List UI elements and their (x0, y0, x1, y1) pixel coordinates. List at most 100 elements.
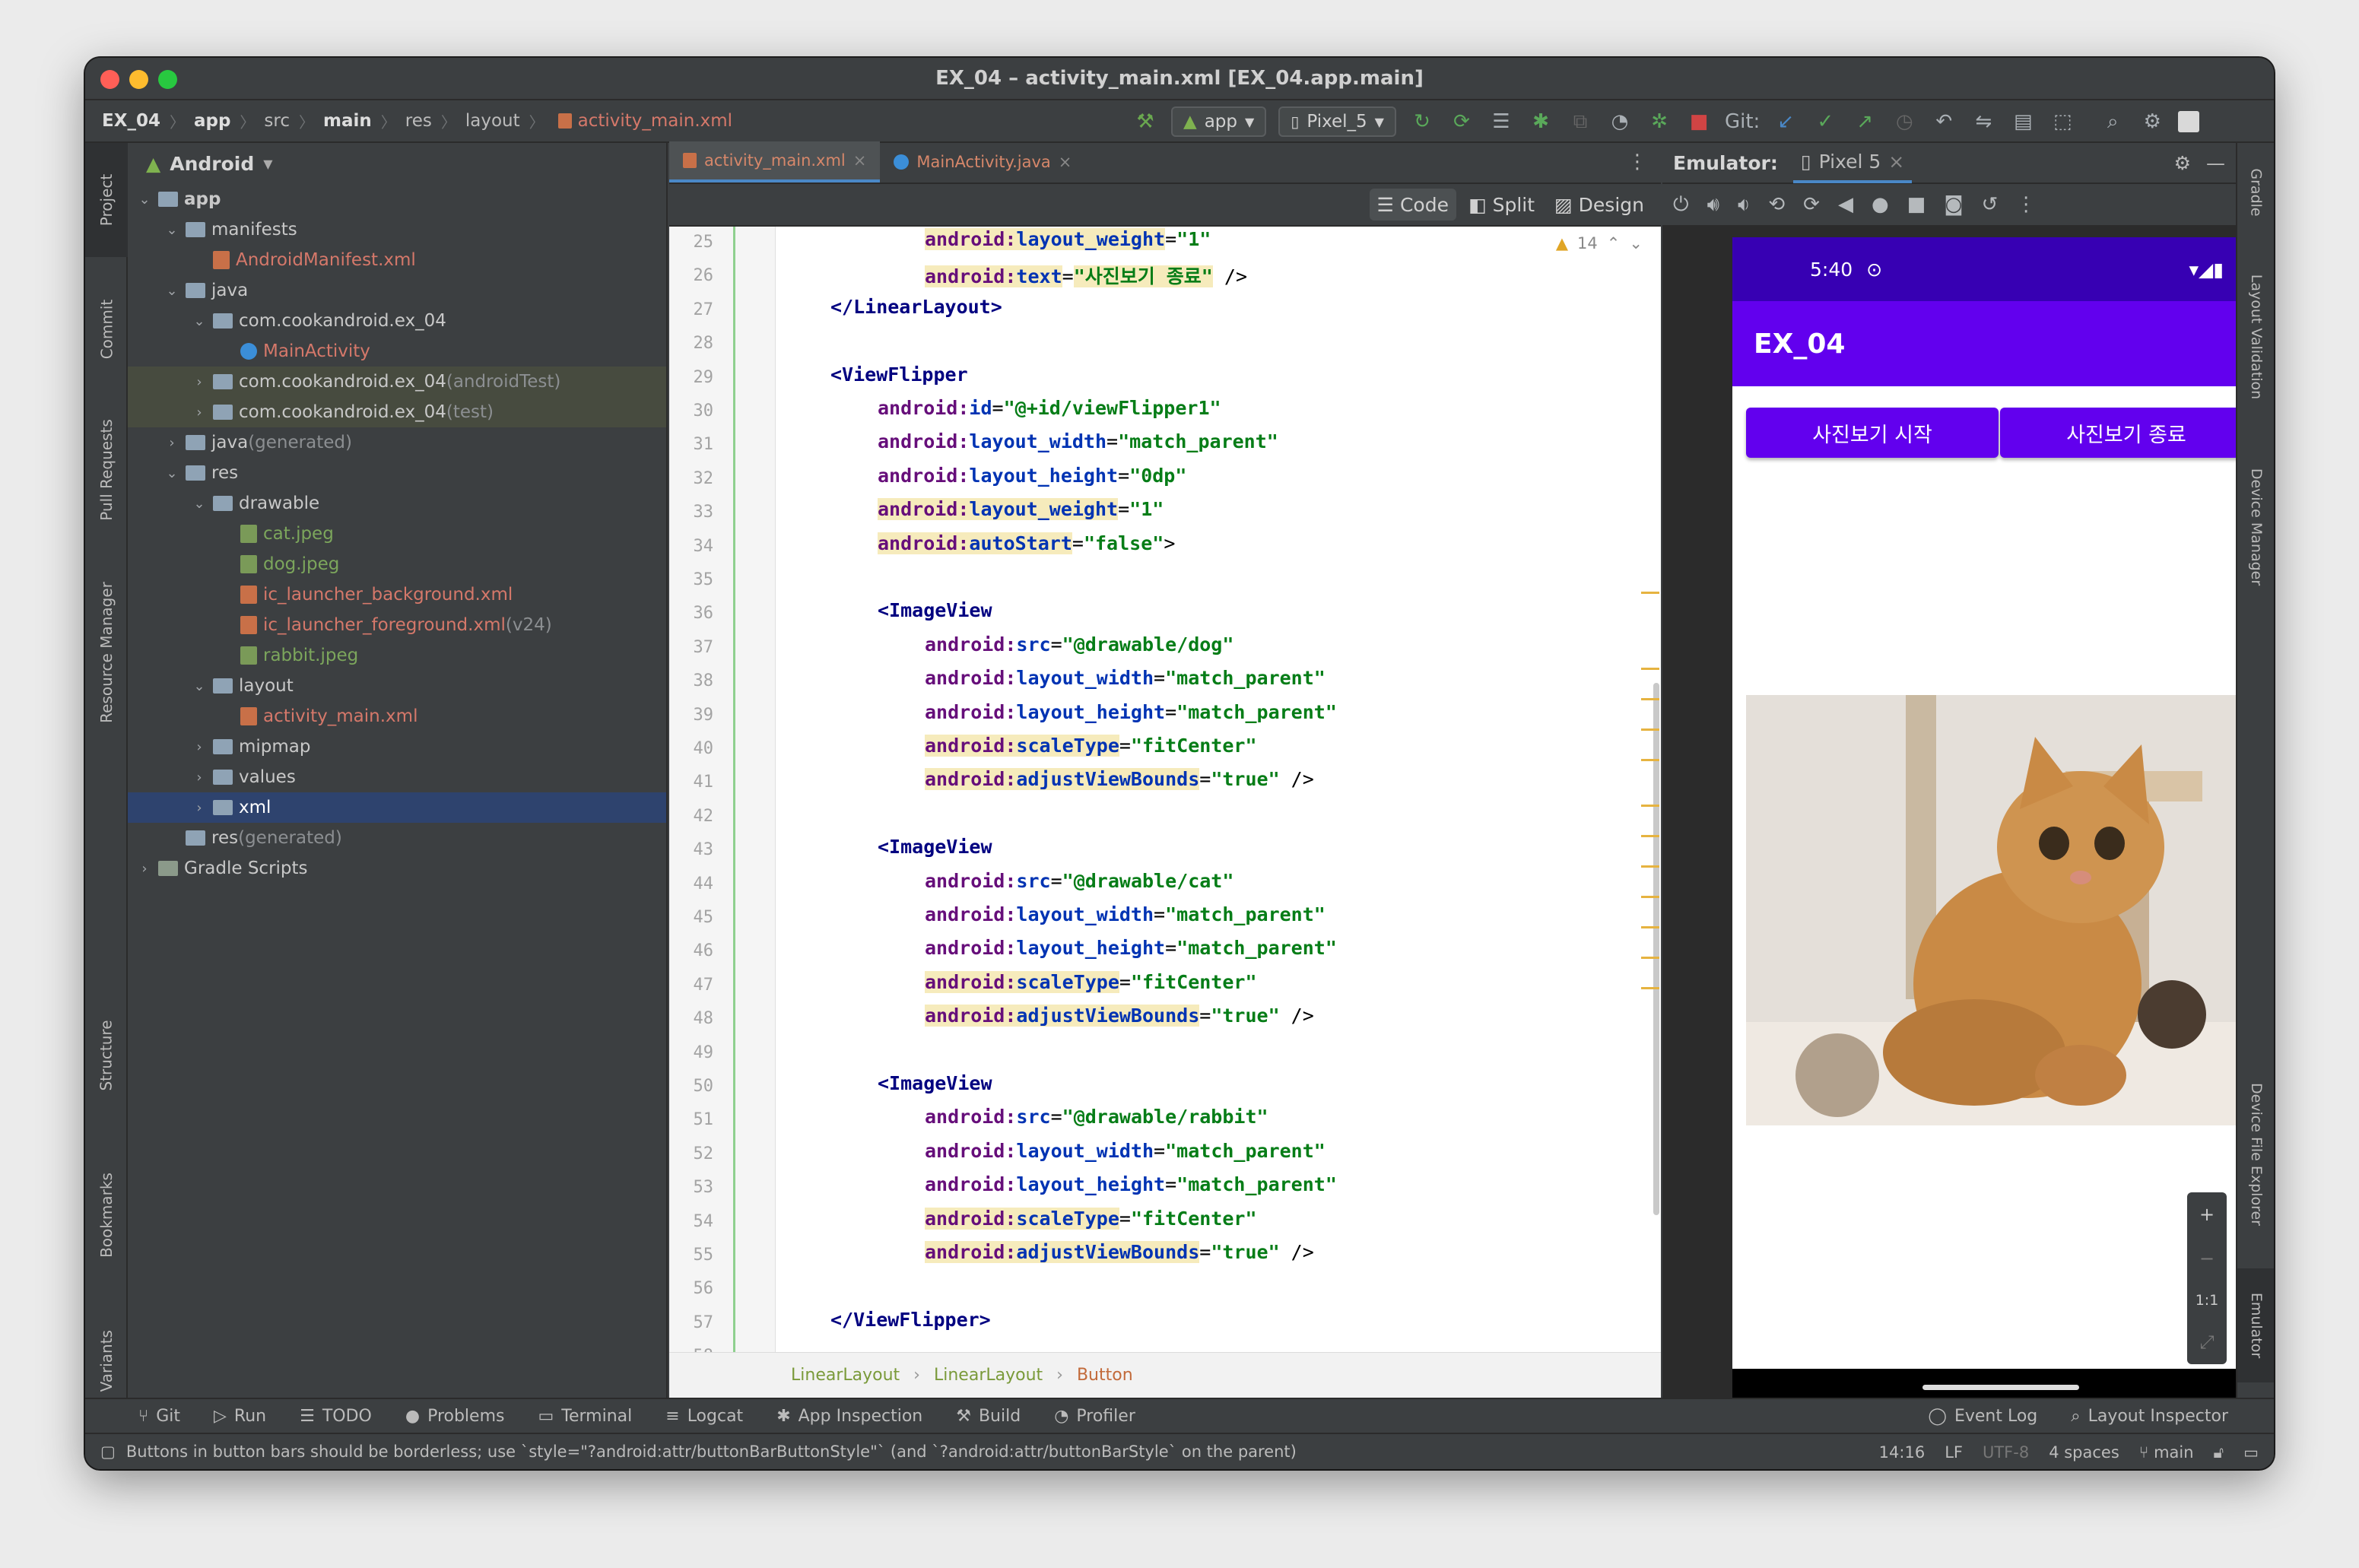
zoom-out-icon[interactable]: − (2199, 1248, 2215, 1269)
tree-item-res-generated[interactable]: res (generated) (128, 823, 666, 853)
fit-screen-icon[interactable]: ⤢ (2199, 1332, 2214, 1353)
event-log-tool-button[interactable]: ◯ Event Log (1928, 1407, 2037, 1426)
run-config-select[interactable]: ▲ app ▼ (1171, 106, 1267, 137)
snapshot-icon[interactable]: ↺ (1981, 193, 1998, 216)
more-options-icon[interactable]: ⋮ (1614, 141, 1661, 183)
settings-icon[interactable]: ⚙ (2138, 108, 2166, 135)
git-tool-button[interactable]: ⑂ Git (138, 1407, 180, 1426)
minimize-window-button[interactable] (129, 70, 148, 89)
tree-item-activity-main-xml[interactable]: activity_main.xml (128, 701, 666, 732)
close-icon[interactable]: × (853, 151, 867, 170)
app-inspection-tool-button[interactable]: ✱ App Inspection (776, 1407, 922, 1426)
breadcrumb-res[interactable]: res (405, 111, 432, 131)
tab-pixel-5[interactable]: ▯ Pixel 5 × (1792, 142, 1913, 183)
sync-gradle-icon[interactable]: ⇋ (1970, 108, 1997, 135)
build-tool-button[interactable]: ⚒ Build (956, 1407, 1021, 1426)
power-icon[interactable]: ⏻ (1673, 193, 1689, 217)
volume-up-icon[interactable]: 🔊︎ (1707, 193, 1719, 217)
start-slideshow-button[interactable]: 사진보기 시작 (1746, 408, 1999, 458)
tree-item-rabbit-jpeg[interactable]: rabbit.jpeg (128, 640, 666, 671)
list-icon[interactable]: ☰ (1487, 108, 1515, 135)
editor-scrollbar[interactable] (1653, 683, 1659, 1215)
tab-emulator[interactable]: Emulator (2237, 1268, 2274, 1382)
more-options-icon[interactable]: ⋮ (2016, 193, 2036, 216)
tab-main-activity-java[interactable]: MainActivity.java × (880, 141, 1085, 183)
tree-item-java[interactable]: ⌄ java (128, 275, 666, 306)
tab-bookmarks[interactable]: Bookmarks (85, 1139, 128, 1291)
tree-item-values[interactable]: › values (128, 762, 666, 792)
device-manager-icon[interactable]: ▤ (2009, 108, 2037, 135)
settings-icon[interactable]: ⚙ (2174, 152, 2191, 174)
chevron-up-icon[interactable]: ⌃ (1607, 234, 1621, 252)
tree-item-layout[interactable]: ⌄ layout (128, 671, 666, 701)
xml-crumb-button[interactable]: Button (1077, 1366, 1133, 1385)
zoom-in-icon[interactable]: + (2199, 1204, 2215, 1225)
git-commit-icon[interactable]: ✓ (1811, 108, 1839, 135)
xml-crumb-linearlayout-root[interactable]: LinearLayout (791, 1366, 900, 1385)
code-area[interactable]: 25 26 27 28 29 30 31 32 33 34 35 36 37 38 39 40 41 42 43 44… (669, 227, 1661, 1352)
tree-item-java-generated[interactable]: › java (generated) (128, 427, 666, 458)
zoom-actual-size[interactable]: 1:1 (2195, 1292, 2219, 1309)
project-view-select[interactable]: ▲ Android ▼ (128, 143, 666, 184)
indent-setting[interactable]: 4 spaces (2049, 1443, 2119, 1462)
overview-icon[interactable]: ■ (1907, 193, 1926, 216)
toggle-tool-windows-icon[interactable]: ▢ (100, 1443, 116, 1461)
git-update-icon[interactable]: ↙ (1772, 108, 1799, 135)
logcat-tool-button[interactable]: ≡ Logcat (665, 1407, 743, 1426)
tree-item-package-androidtest[interactable]: › com.cookandroid.ex_04 (androidTest) (128, 367, 666, 397)
back-icon[interactable]: ◀ (1838, 193, 1853, 216)
device-select[interactable]: ▯ Pixel_5 ▼ (1278, 106, 1396, 137)
tab-device-manager[interactable]: Device Manager (2237, 440, 2274, 614)
tree-item-manifests[interactable]: ⌄ manifests (128, 214, 666, 245)
git-push-icon[interactable]: ↗ (1851, 108, 1878, 135)
profile-icon[interactable]: ◔ (1606, 108, 1634, 135)
attach-debugger-icon[interactable]: ⧉ (1567, 108, 1594, 135)
tab-gradle[interactable]: Gradle (2237, 151, 2274, 234)
history-icon[interactable]: ◷ (1891, 108, 1918, 135)
tree-item-android-manifest[interactable]: AndroidManifest.xml (128, 245, 666, 275)
stop-icon[interactable]: ■ (1685, 108, 1713, 135)
tree-item-ic-launcher-background[interactable]: ic_launcher_background.xml (128, 579, 666, 610)
layout-inspector-tool-button[interactable]: ⌕ Layout Inspector (2071, 1407, 2228, 1426)
line-separator[interactable]: LF (1945, 1443, 1963, 1462)
tab-structure[interactable]: Structure (85, 987, 128, 1124)
tab-device-file-explorer[interactable]: Device File Explorer (2237, 1055, 2274, 1253)
volume-down-icon[interactable]: 🔉︎ (1738, 193, 1750, 217)
stop-slideshow-button[interactable]: 사진보기 종료 (2000, 408, 2253, 458)
rotate-left-icon[interactable]: ⟲ (1768, 193, 1785, 216)
tree-item-drawable[interactable]: ⌄ drawable (128, 488, 666, 519)
apply-changes-icon[interactable]: ↻ (1408, 108, 1436, 135)
breadcrumb-file[interactable]: activity_main.xml (578, 111, 732, 131)
terminal-tool-button[interactable]: ▭ Terminal (538, 1407, 632, 1426)
design-mode-button[interactable]: ▨ Design (1547, 189, 1652, 221)
home-icon[interactable]: ● (1872, 193, 1889, 216)
debug-icon[interactable]: ✱ (1527, 108, 1554, 135)
camera-icon[interactable]: ◙ (1944, 193, 1963, 216)
avatar[interactable] (2178, 111, 2200, 132)
status-message[interactable]: Buttons in button bars should be borderl… (126, 1443, 1297, 1461)
breadcrumb-layout[interactable]: layout (465, 111, 520, 131)
run-tool-button[interactable]: ▷ Run (214, 1407, 266, 1426)
tab-activity-main-xml[interactable]: activity_main.xml × (669, 141, 881, 183)
breadcrumb-src[interactable]: src (264, 111, 290, 131)
xml-crumb-linearlayout[interactable]: LinearLayout (934, 1366, 1043, 1385)
maximize-window-button[interactable] (158, 70, 177, 89)
tab-layout-validation[interactable]: Layout Validation (2237, 249, 2274, 424)
tree-item-main-activity[interactable]: MainActivity (128, 336, 666, 367)
tab-resource-manager[interactable]: Resource Manager (85, 554, 128, 751)
tree-item-res[interactable]: ⌄ res (128, 458, 666, 488)
attach-process-icon[interactable]: ✲ (1646, 108, 1673, 135)
tree-item-app[interactable]: ⌄ app (128, 184, 666, 214)
close-icon[interactable]: × (1888, 151, 1904, 173)
apply-code-changes-icon[interactable]: ⟳ (1448, 108, 1475, 135)
inspection-widget[interactable]: ▲ 14 ⌃ ⌄ (1556, 234, 1643, 252)
hammer-icon[interactable]: ⚒ (1132, 108, 1159, 135)
tree-item-package-test[interactable]: › com.cookandroid.ex_04 (test) (128, 397, 666, 427)
tree-item-ic-launcher-foreground[interactable]: ic_launcher_foreground.xml (v24) (128, 610, 666, 640)
git-branch-widget[interactable]: ⑂ main (2139, 1443, 2194, 1462)
tab-commit[interactable]: Commit (85, 272, 128, 386)
chevron-down-icon[interactable]: ⌄ (1629, 234, 1643, 252)
tab-pull-requests[interactable]: Pull Requests (85, 394, 128, 546)
profiler-tool-button[interactable]: ◔ Profiler (1054, 1407, 1135, 1426)
lock-icon[interactable]: 🔓︎ (2214, 1443, 2224, 1462)
